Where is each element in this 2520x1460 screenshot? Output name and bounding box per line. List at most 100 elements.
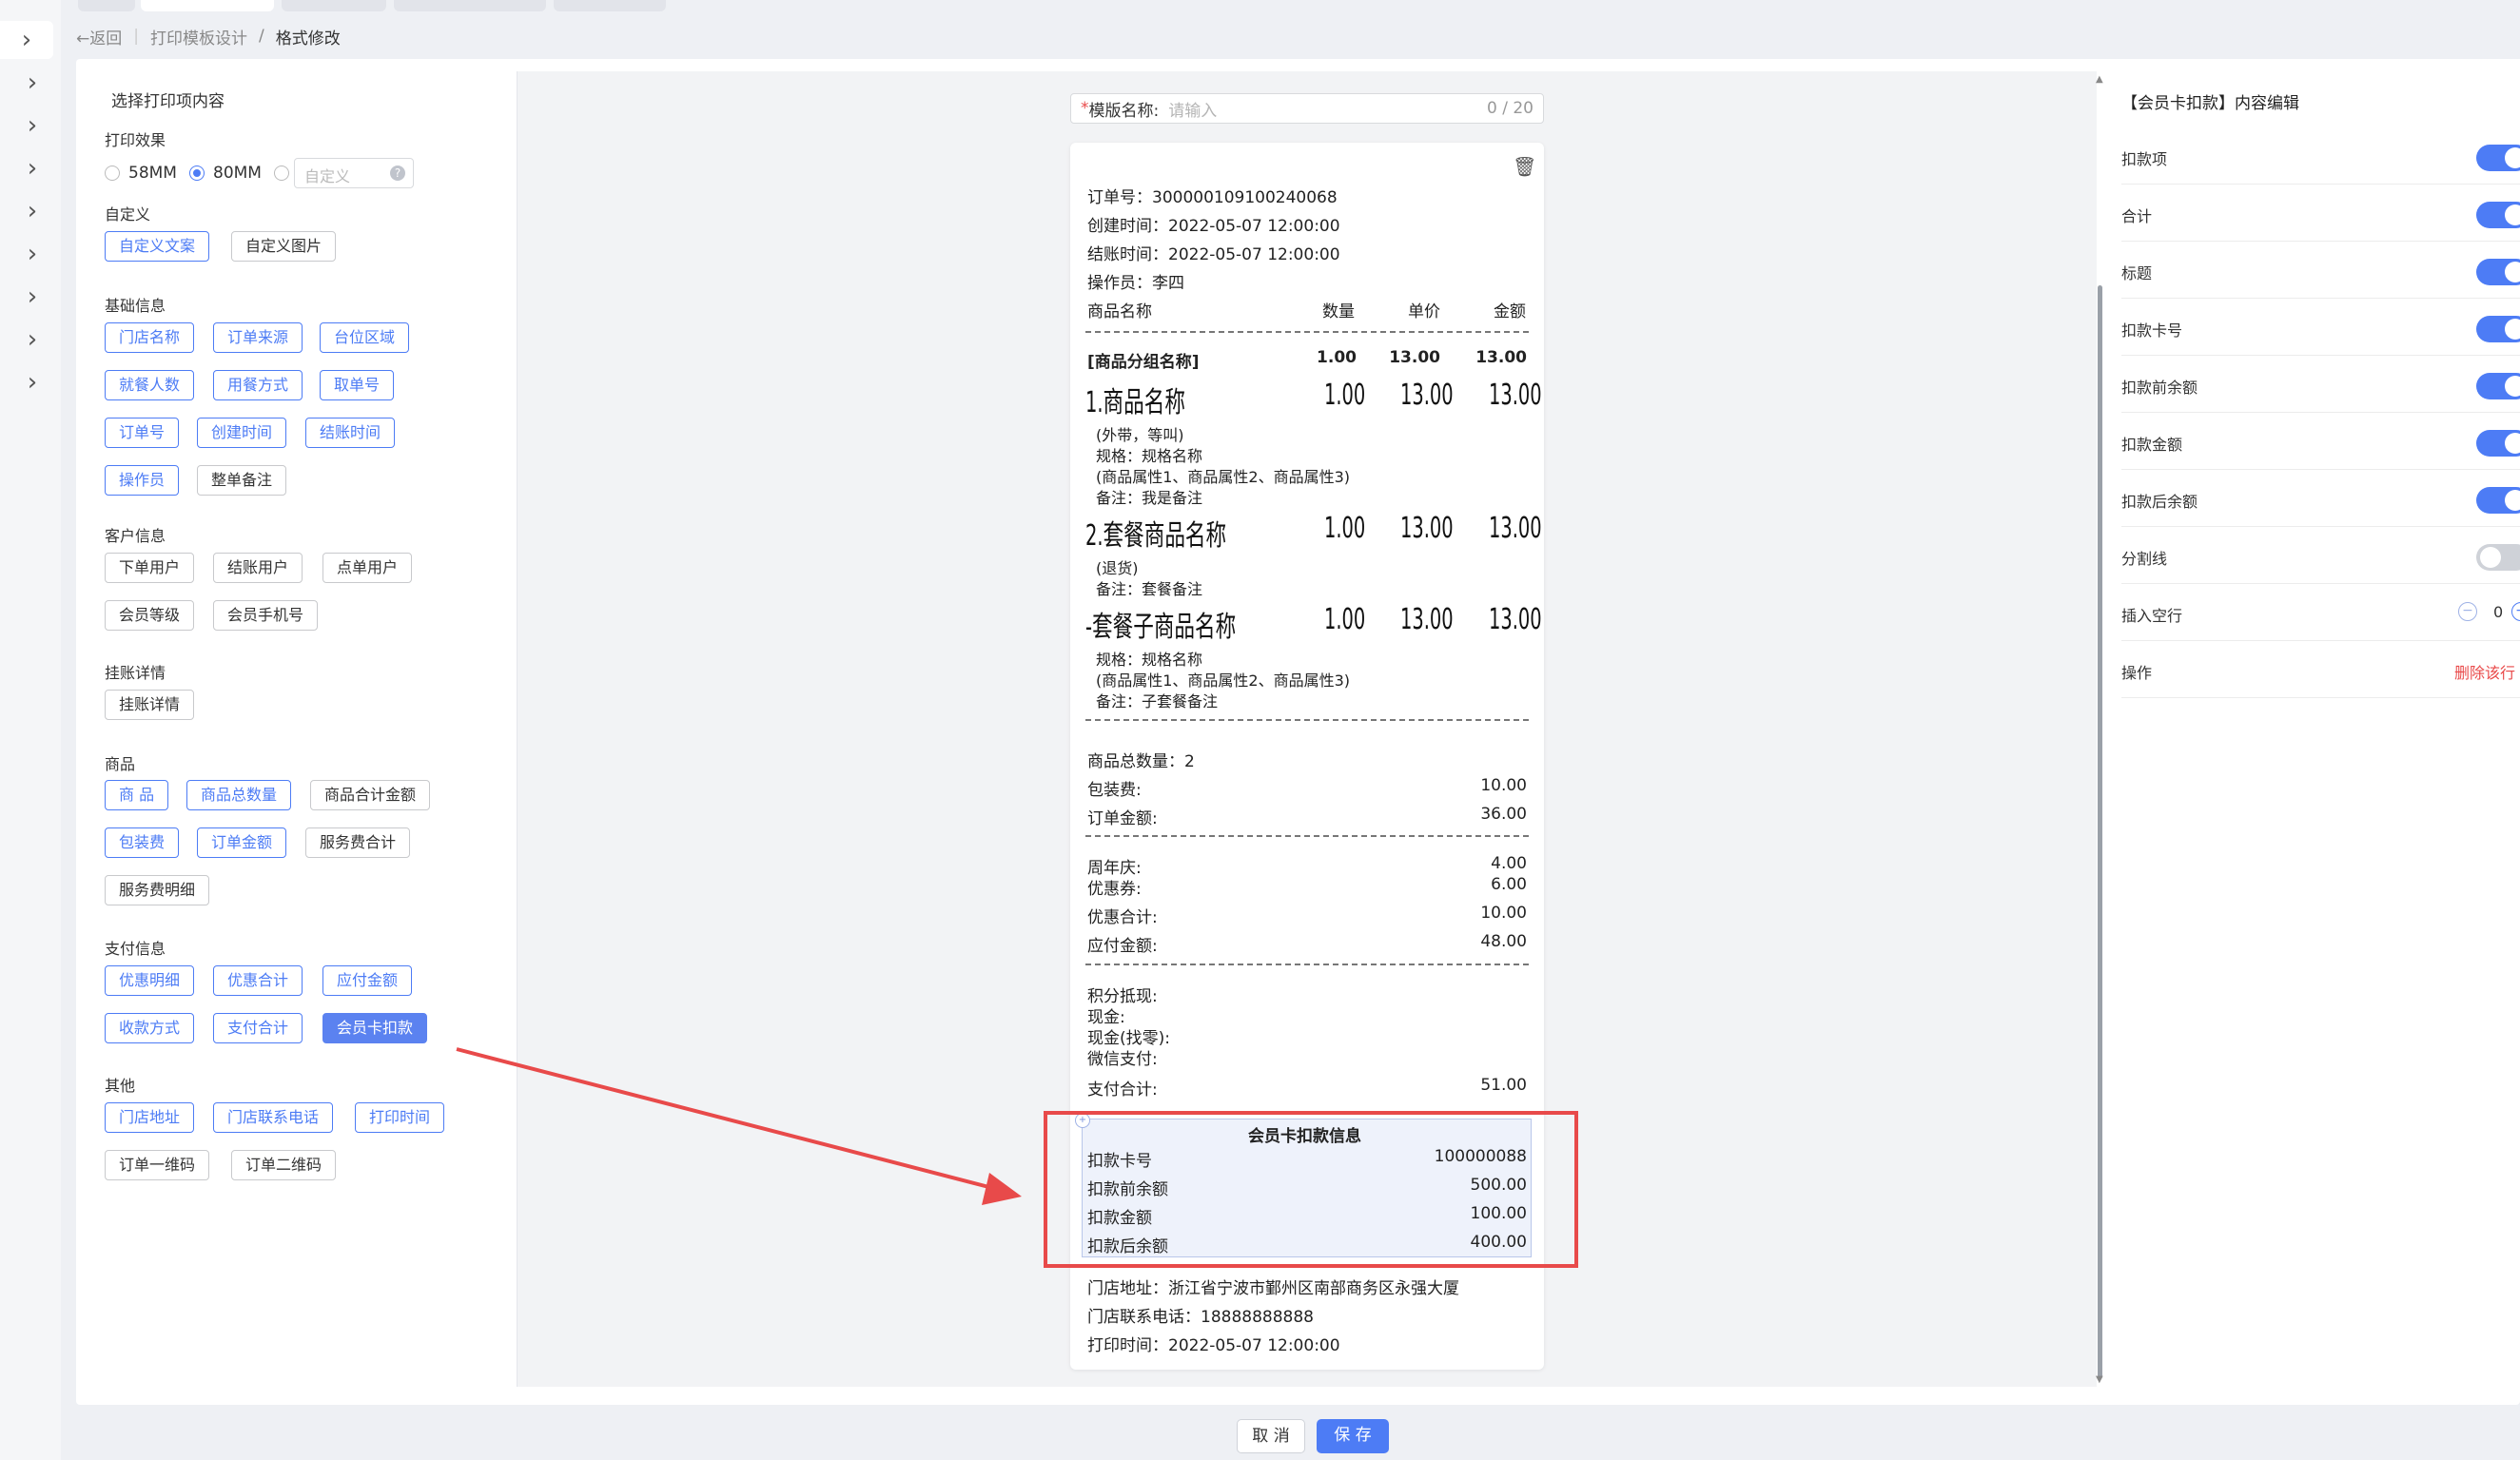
tag-created-time[interactable]: 创建时间: [197, 418, 287, 448]
radio-58mm[interactable]: [105, 165, 120, 181]
template-name-input[interactable]: 请输入: [1168, 97, 1487, 121]
tag-order-user[interactable]: 下单用户: [105, 553, 195, 583]
chevron-right-icon[interactable]: ›: [13, 278, 51, 316]
tag-goods-qty[interactable]: 商品总数量: [186, 780, 292, 810]
payment-label: 支付信息: [105, 940, 166, 958]
cancel-button[interactable]: 取 消: [1237, 1419, 1305, 1453]
tag-member-level[interactable]: 会员等级: [105, 600, 195, 631]
help-icon[interactable]: ?: [390, 165, 405, 181]
top-tab[interactable]: [394, 0, 546, 11]
receipt-settled[interactable]: 结账时间：2022-05-07 12:00:00: [1087, 241, 1340, 264]
row-balance-before: 扣款前余额: [2121, 356, 2520, 413]
item3-name[interactable]: -套餐子商品名称: [1085, 603, 1236, 645]
toggle-switch[interactable]: [2476, 487, 2520, 514]
tag-table-area[interactable]: 台位区域: [320, 322, 410, 353]
tag-diners[interactable]: 就餐人数: [105, 370, 195, 400]
tag-goods[interactable]: 商 品: [105, 780, 169, 810]
tag-operator[interactable]: 操作员: [105, 465, 180, 496]
tag-settle-user[interactable]: 结账用户: [213, 553, 303, 583]
tag-order-remark[interactable]: 整单备注: [197, 465, 287, 496]
chevron-right-icon[interactable]: ›: [13, 64, 51, 102]
tag-service-total[interactable]: 服务费合计: [305, 827, 411, 858]
tag-store-phone[interactable]: 门店联系电话: [213, 1102, 334, 1133]
chevron-right-icon[interactable]: ›: [13, 107, 51, 145]
tag-payment-total[interactable]: 支付合计: [213, 1013, 303, 1043]
tag-packing-fee[interactable]: 包装费: [105, 827, 180, 858]
chevron-right-icon[interactable]: ›: [13, 363, 51, 401]
delete-row-link[interactable]: 删除该行: [2454, 660, 2515, 683]
top-tab[interactable]: [141, 0, 274, 11]
plus-icon[interactable]: +: [2511, 602, 2520, 621]
toggle-switch[interactable]: [2476, 145, 2520, 171]
receipt-phone[interactable]: 门店联系电话：18888888888: [1087, 1303, 1314, 1327]
tag-member-phone[interactable]: 会员手机号: [213, 600, 319, 631]
radio-custom[interactable]: [274, 165, 289, 181]
receipt-operator[interactable]: 操作员：李四: [1087, 269, 1184, 293]
delete-icon[interactable]: 🗑: [1513, 155, 1536, 178]
tag-settle-time[interactable]: 结账时间: [305, 418, 396, 448]
receipt-order-no[interactable]: 订单号：300000109100240068: [1087, 184, 1338, 207]
right-panel-title: 【会员卡扣款】内容编辑: [2121, 94, 2299, 113]
toggle-switch[interactable]: [2476, 430, 2520, 457]
scroll-up-icon[interactable]: ▲: [2096, 74, 2103, 85]
total-qty[interactable]: 商品总数量：2: [1087, 748, 1195, 771]
tag-payable[interactable]: 应付金额: [322, 965, 413, 996]
side-nav: › › › › › › › › ›: [0, 0, 61, 1460]
toggle-switch[interactable]: [2476, 544, 2520, 571]
top-tab[interactable]: [554, 0, 666, 11]
toggle-switch[interactable]: [2476, 259, 2520, 285]
tag-custom-image[interactable]: 自定义图片: [231, 231, 337, 262]
tag-store-name[interactable]: 门店名称: [105, 322, 195, 353]
tag-credit-detail[interactable]: 挂账详情: [105, 690, 195, 720]
breadcrumb-separator: /: [258, 27, 264, 46]
tag-dining-mode[interactable]: 用餐方式: [213, 370, 303, 400]
tag-store-address[interactable]: 门店地址: [105, 1102, 195, 1133]
receipt-address[interactable]: 门店地址：浙江省宁波市鄞州区南部商务区永强大厦: [1087, 1275, 1459, 1298]
item2-name[interactable]: 2.套餐商品名称: [1085, 512, 1226, 554]
chevron-right-icon[interactable]: ›: [13, 235, 51, 273]
tag-order-source[interactable]: 订单来源: [213, 322, 303, 353]
breadcrumb-parent[interactable]: 打印模板设计: [150, 25, 247, 49]
tag-print-time[interactable]: 打印时间: [355, 1102, 445, 1133]
toggle-switch[interactable]: [2476, 202, 2520, 228]
back-link[interactable]: ←返回: [76, 25, 122, 49]
tag-member-card-deduction[interactable]: 会员卡扣款: [322, 1013, 428, 1043]
tag-pick-user[interactable]: 点单用户: [322, 553, 413, 583]
top-tab[interactable]: [78, 0, 135, 11]
chevron-right-icon[interactable]: ›: [13, 321, 51, 359]
col-name: 商品名称: [1087, 302, 1152, 321]
receipt-print-time[interactable]: 打印时间：2022-05-07 12:00:00: [1087, 1332, 1340, 1355]
toggle-switch[interactable]: [2476, 373, 2520, 399]
chevron-right-icon[interactable]: ›: [13, 192, 51, 230]
chevron-right-icon[interactable]: ›: [0, 21, 53, 59]
scroll-down-icon[interactable]: ▼: [2096, 1374, 2103, 1385]
tag-order-barcode[interactable]: 订单一维码: [105, 1150, 210, 1180]
save-button[interactable]: 保 存: [1317, 1419, 1389, 1453]
tag-goods-total[interactable]: 商品合计金额: [310, 780, 431, 810]
tag-order-qrcode[interactable]: 订单二维码: [231, 1150, 337, 1180]
char-counter: 0 / 20: [1487, 99, 1533, 118]
credit-label: 挂账详情: [105, 664, 166, 682]
tag-custom-text[interactable]: 自定义文案: [105, 231, 210, 262]
template-name-field[interactable]: * 模版名称: 请输入 0 / 20: [1070, 93, 1544, 124]
annotation-arrow: [456, 1047, 1022, 1205]
tag-discount-detail[interactable]: 优惠明细: [105, 965, 195, 996]
tag-discount-total[interactable]: 优惠合计: [213, 965, 303, 996]
custom-width-input[interactable]: 自定义 ?: [294, 158, 414, 188]
minus-icon[interactable]: −: [2458, 602, 2477, 621]
chevron-right-icon[interactable]: ›: [13, 149, 51, 187]
item1-name[interactable]: 1.商品名称: [1085, 379, 1185, 420]
tag-pickup-no[interactable]: 取单号: [320, 370, 395, 400]
group-name[interactable]: [商品分组名称]: [1087, 348, 1200, 372]
top-tab[interactable]: [282, 0, 386, 11]
tag-payment-method[interactable]: 收款方式: [105, 1013, 195, 1043]
tag-order-no[interactable]: 订单号: [105, 418, 180, 448]
preview-scrollbar[interactable]: [2098, 285, 2102, 1379]
radio-80mm[interactable]: [189, 165, 205, 181]
row-card-no: 扣款卡号: [2121, 299, 2520, 356]
right-panel: 【会员卡扣款】内容编辑 扣款项 合计 标题 扣款卡号 扣款前余额 扣款金额 扣款…: [2107, 59, 2520, 1391]
tag-service-detail[interactable]: 服务费明细: [105, 875, 210, 905]
receipt-created[interactable]: 创建时间：2022-05-07 12:00:00: [1087, 212, 1340, 236]
toggle-switch[interactable]: [2476, 316, 2520, 342]
tag-order-amount[interactable]: 订单金额: [197, 827, 287, 858]
